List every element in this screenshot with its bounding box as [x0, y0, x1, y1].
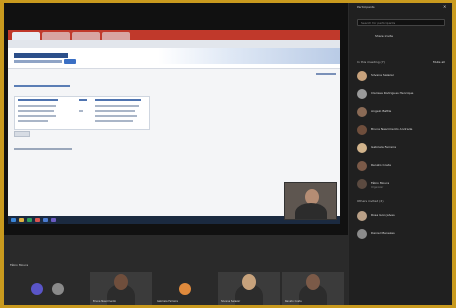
table-cell: [18, 120, 48, 122]
table-cell: [18, 105, 56, 107]
participant-role: Organizer: [371, 186, 384, 189]
participant-row[interactable]: Silvana Salazar: [357, 70, 449, 84]
tile-caption: Bruna Nascimento: [93, 300, 117, 303]
self-view-video[interactable]: [284, 182, 337, 220]
site-logo: [14, 53, 68, 58]
browser-icon: [35, 218, 40, 222]
video-tile[interactable]: [26, 272, 48, 305]
participant-name: Bruna Nascimento Andrade: [371, 127, 413, 131]
person-head: [114, 274, 128, 290]
participant-name: Angelo Battle: [371, 109, 392, 113]
participant-name: Silvana Salazar: [371, 73, 394, 77]
teams-icon: [51, 218, 56, 222]
app-icon: [27, 218, 32, 222]
video-tile[interactable]: Renato Costa: [282, 272, 344, 305]
mute-all-button[interactable]: Mute all: [433, 60, 445, 64]
word-icon: [43, 218, 48, 222]
participant-row[interactable]: Clarissa Rodrigues Henrique: [357, 88, 449, 102]
video-tile[interactable]: Bruna Nascimento: [90, 272, 152, 305]
site-banner: [158, 48, 340, 64]
data-table: [14, 96, 150, 130]
others-invited-header[interactable]: Others invited (2): [357, 199, 384, 203]
participant-name: Daniel Menezes: [371, 231, 395, 235]
avatar: [179, 283, 191, 295]
participant-row[interactable]: Rosa Gonçalves: [357, 210, 449, 224]
video-tile[interactable]: Gabriela Ferreira: [154, 272, 216, 305]
browser-tab: [72, 32, 100, 40]
avatar: [52, 283, 64, 295]
address-bar: [8, 40, 340, 48]
start-icon: [11, 218, 16, 222]
person-head: [242, 274, 256, 290]
shared-screen-stage: [4, 3, 348, 235]
avatar: [357, 179, 367, 189]
browser-tab: [12, 32, 40, 40]
avatar: [31, 283, 43, 295]
participant-row[interactable]: Daniel Menezes: [357, 228, 449, 242]
video-gallery: Fábio Moura Bruna Nascimento Gabriela Fer…: [4, 235, 348, 305]
avatar: [357, 71, 367, 81]
video-tile[interactable]: Silvana Salazar: [218, 272, 280, 305]
folder-icon: [19, 218, 24, 222]
site-nav-pill: [64, 59, 76, 64]
tile-caption: Renato Costa: [285, 300, 302, 303]
meeting-window: Participants ✕ Search for participants S…: [4, 3, 452, 305]
participants-panel: Participants ✕ Search for participants S…: [348, 3, 452, 305]
participant-name: Renato Costa: [371, 163, 392, 167]
person-body: [295, 203, 327, 219]
panel-title: Participants: [357, 5, 375, 9]
site-link: [316, 73, 336, 75]
participant-name: Clarissa Rodrigues Henrique: [371, 91, 414, 95]
avatar: [357, 107, 367, 117]
table-cell: [95, 105, 139, 107]
tile-caption: Silvana Salazar: [221, 300, 241, 303]
table-cell: [18, 115, 56, 117]
browser-tab: [42, 32, 70, 40]
participant-name: Rosa Gonçalves: [371, 213, 395, 217]
table-header: [18, 99, 58, 101]
page-button[interactable]: [14, 131, 30, 137]
avatar: [357, 143, 367, 153]
avatar: [357, 125, 367, 135]
table-header: [79, 99, 87, 101]
participant-search-input[interactable]: Search for participants: [357, 19, 445, 26]
avatar: [357, 161, 367, 171]
table-cell: [79, 110, 83, 112]
in-meeting-header[interactable]: In this meeting (7): [357, 60, 385, 64]
table-header: [95, 99, 141, 101]
site-nav: [14, 60, 62, 63]
section-title: [14, 85, 70, 87]
avatar: [357, 229, 367, 239]
table-cell: [95, 110, 135, 112]
gallery-label: Fábio Moura: [10, 263, 29, 267]
share-invite-button[interactable]: Share invite: [375, 34, 393, 38]
avatar: [357, 211, 367, 221]
participant-row[interactable]: Bruna Nascimento Andrade: [357, 124, 449, 138]
participant-row[interactable]: Gabriela Ferreira: [357, 142, 449, 156]
browser-tab: [102, 32, 130, 40]
table-cell: [18, 110, 54, 112]
paragraph-line: [14, 148, 72, 150]
close-icon[interactable]: ✕: [443, 4, 446, 9]
participant-row[interactable]: Renato Costa: [357, 160, 449, 174]
table-cell: [95, 115, 137, 117]
participant-row[interactable]: Angelo Battle: [357, 106, 449, 120]
tile-caption: Gabriela Ferreira: [157, 300, 178, 303]
participant-name: Fábio Moura: [371, 181, 390, 185]
participant-name: Gabriela Ferreira: [371, 145, 397, 149]
table-cell: [95, 120, 133, 122]
participant-row[interactable]: Fábio Moura Organizer: [357, 178, 449, 192]
browser-tab-bar: [8, 30, 340, 40]
person-head: [306, 274, 320, 290]
video-tile[interactable]: [48, 272, 68, 305]
site-header: [8, 48, 340, 69]
avatar: [357, 89, 367, 99]
